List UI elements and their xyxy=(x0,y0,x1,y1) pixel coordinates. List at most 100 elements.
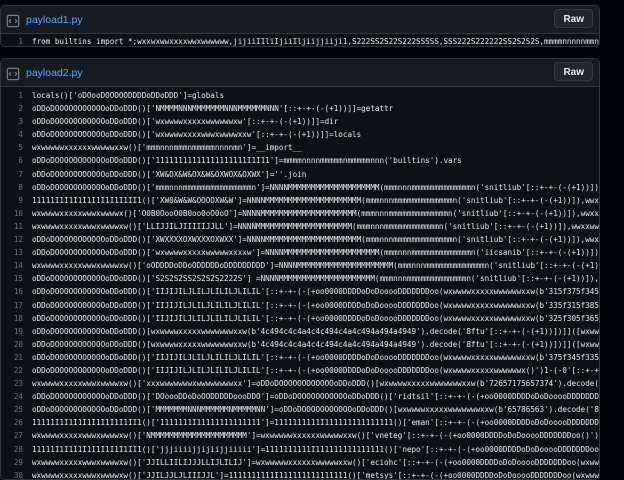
code-line: 8 oDDoDOOOOOOOOOOOoDDoDDD()['mmmnnnmmmmmm… xyxy=(1,181,599,194)
line-number[interactable]: 28 xyxy=(1,443,32,456)
code-text: oDDoDOOOOOOOOOOOoDDoDDD()['S2S2S2SS2S2S2… xyxy=(32,274,599,284)
code-line: 26 11111I1I1I1I1I1I1I1I1II1()['1111111I11… xyxy=(1,416,599,429)
code-text: oDDoDOOOOOOOOOOOoDDoDDD()[wxwwwwxxxxxwww… xyxy=(32,326,599,336)
file-panel-payload2: payload2.py Raw 1 locals()['oDOooDOOOOODD… xyxy=(0,58,600,480)
raw-button[interactable]: Raw xyxy=(554,62,593,81)
code-text: oDDoDOOOOOOOOOOOoDDoDDD()['MMMMMMMNNNMMM… xyxy=(32,405,599,415)
code-line: 17 oDDoDOOOOOOOOOOOoDDoDDD()['IIJIJILJLIL… xyxy=(1,299,599,312)
line-number[interactable]: 1 xyxy=(1,89,32,102)
code-text: 11111I1I1I1I1I1I1I1I1II1()['jjjiiiijjiji… xyxy=(32,444,599,454)
line-number[interactable]: 5 xyxy=(1,141,32,154)
line-number[interactable]: 22 xyxy=(1,364,32,377)
line-number[interactable]: 21 xyxy=(1,351,32,364)
code-text: wxwwwwxxxxxwwwxwwwwxw()['JJILJJLJLIIIJJL… xyxy=(32,470,599,480)
code-text: oDDoDOOOOOOOOOOOoDDoDDD()['NMMMMNNNMMMMM… xyxy=(32,104,394,114)
file-code-icon xyxy=(6,66,20,80)
line-number[interactable]: 1 xyxy=(1,35,32,46)
code-text: oDDoDOOOOOOOOOOOoDDoDDD()['IIJIJILJLILJL… xyxy=(32,352,599,362)
line-number[interactable]: 11 xyxy=(1,220,32,233)
line-number[interactable]: 30 xyxy=(1,469,32,479)
code-line: 9 11111I1I1I1I1I1I1I1I1II1()['XW0&W&W&OOO… xyxy=(1,194,599,207)
code-text: 11111I1I1I1I1I1I1I1I1II1()['XW0&W&W&OOOO… xyxy=(32,195,599,205)
code-line: 7 oDDoDOOOOOOOOOOOoDDoDDD()['XW&OX&W&OX&W… xyxy=(1,168,599,181)
line-number[interactable]: 15 xyxy=(1,272,32,285)
code-line: 28 11111I1I1I1I1I1I1I1I1II1()['jjjiiiijji… xyxy=(1,443,599,456)
code-text: oDDoDOOOOOOOOOOOoDDoDDD()['IIJIJILJLILJL… xyxy=(32,300,599,310)
code-line: 30 wxwwwwxxxxxwwwxwwwwxw()['JJILJJLJLIIIJ… xyxy=(1,469,599,480)
code-text: oDDoDOOOOOOOOOOOoDDoDDD()['wxwwwwxxxxxww… xyxy=(32,117,339,127)
line-number[interactable]: 23 xyxy=(1,377,32,390)
code-text: oDDoDOOOOOOOOOOOoDDoDDD()[wxwwwwxxxxxwww… xyxy=(32,339,599,349)
file-header: payload2.py Raw xyxy=(1,59,599,87)
code-text: oDDoDOOOOOOOOOOOoDDoDDD()['wxwwwwxxxxxww… xyxy=(32,248,599,258)
line-number[interactable]: 19 xyxy=(1,325,32,338)
code-line: 4 oDDoDOOOOOOOOOOOoDDoDDD()['wxwwwwxxxxww… xyxy=(1,128,599,141)
line-number[interactable]: 14 xyxy=(1,259,32,272)
code-text: locals()['oDOooDOOOOODDDDoDDoDDD']=globa… xyxy=(32,91,225,100)
line-number[interactable]: 24 xyxy=(1,390,32,403)
line-number[interactable]: 4 xyxy=(1,128,32,141)
code-text: oDDoDOOOOOOOOOOOoDDoDDD()['IIJIJILJLILJL… xyxy=(32,365,599,375)
line-number[interactable]: 10 xyxy=(1,207,32,220)
code-text: wxwwwwxxxxxwwwxwwwwxw()['xxxwwwwwwwxwwww… xyxy=(32,379,599,389)
line-number[interactable]: 18 xyxy=(1,312,32,325)
code-line: 27 wxwwwwxxxxxwwwxwwwwxw()['NMMMMMMMMMMMM… xyxy=(1,429,599,442)
code-text: oDDoDOOOOOOOOOOOoDDoDDD()['IIJIJILJLILJL… xyxy=(32,287,599,297)
code-view: 1 locals()['oDOooDOOOOODDDDoDDoDDD']=glob… xyxy=(1,87,599,480)
code-text: 11111I1I1I1I1I1I1I1I1II1()['1111111I1111… xyxy=(32,418,599,428)
line-number[interactable]: 27 xyxy=(1,429,32,442)
line-number[interactable]: 9 xyxy=(1,194,32,207)
code-line: 2 oDDoDOOOOOOOOOOOoDDoDDD()['NMMMMNNNMMMM… xyxy=(1,102,599,115)
code-text: wxwwwwxxxxxwwwxwwwwxw()['oODDDDoDDoODDDD… xyxy=(32,261,599,271)
code-text: oDDoDOOOOOOOOOOOoDDoDDD()['mmmnnnmmmmmmm… xyxy=(32,182,599,192)
code-line: 15 oDDoDOOOOOOOOOOOoDDoDDD()['S2S2S2SS2S2… xyxy=(1,272,599,285)
code-line: 29 wxwwwwxxxxxwwwxwwwwxw()['JJILLIILIJJJL… xyxy=(1,456,599,469)
code-text: oDDoDOOOOOOOOOOOoDDoDDD()['XWXXXXOXWXXXO… xyxy=(32,235,599,245)
code-text: wxwwwwxxxxxwwwxwwwwxw()['NMMMMMMMMMMMMMM… xyxy=(32,431,599,441)
line-number[interactable]: 26 xyxy=(1,416,32,429)
line-number[interactable]: 7 xyxy=(1,168,32,181)
code-line: 22 oDDoDOOOOOOOOOOOoDDoDDD()['IIJIJILJLIL… xyxy=(1,364,599,377)
code-line: 21 oDDoDOOOOOOOOOOOoDDoDDD()['IIJIJILJLIL… xyxy=(1,351,599,364)
code-line: 23 wxwwwwxxxxxwwwxwwwwxw()['xxxwwwwwwwxww… xyxy=(1,377,599,390)
code-line: 18 oDDoDOOOOOOOOOOOoDDoDDD()['IIJIJILJLIL… xyxy=(1,312,599,325)
code-text: wxwwwwxxxxxwwwxwwwwxw()['LLIJJILJIIIIIJJ… xyxy=(32,221,599,231)
raw-button[interactable]: Raw xyxy=(554,9,593,28)
code-text: wxwwwwxxxxxwwwxwwwwx()['O0B0OooO0B0oo0oO… xyxy=(32,208,599,218)
code-text: wxwwwwwxxxxxxwwwwwxxw()['mmmnnnmmmnmmmmm… xyxy=(32,143,302,153)
code-line: 1 locals()['oDOooDOOOOODDDDoDDoDDD']=glob… xyxy=(1,89,599,102)
line-number[interactable]: 25 xyxy=(1,403,32,416)
code-line: 14 wxwwwwxxxxxwwwxwwwwxw()['oODDDDoDDoODD… xyxy=(1,259,599,272)
code-line: 3 oDDoDOOOOOOOOOOOoDDoDDD()['wxwwwwxxxxxw… xyxy=(1,115,599,128)
code-text: from builtins import *;wxxwxwwxxxxwwxwww… xyxy=(32,37,599,46)
line-number[interactable]: 13 xyxy=(1,246,32,259)
line-number[interactable]: 3 xyxy=(1,115,32,128)
line-number[interactable]: 12 xyxy=(1,233,32,246)
code-text: oDDoDOOOOOOOOOOOoDDoDDD()['1111111111111… xyxy=(32,156,462,166)
file-name-link[interactable]: payload2.py xyxy=(26,67,83,79)
code-line: 1 from builtins import *;wxxwxwwxxxxwwxww… xyxy=(1,35,599,46)
line-number[interactable]: 16 xyxy=(1,285,32,298)
code-text: oDDoDOOOOOOOOOOOoDDoDDD()['XW&OX&W&OX&W&… xyxy=(32,169,307,179)
code-line: 24 oDDoDOOOOOOOOOOOoDDoDDD()['DOoooDDoDoO… xyxy=(1,390,599,403)
line-number[interactable]: 8 xyxy=(1,181,32,194)
line-number[interactable]: 29 xyxy=(1,456,32,469)
code-text: oDDoDOOOOOOOOOOOoDDoDDD()['DOoooDDoDoOOD… xyxy=(32,392,599,402)
code-line: 25 oDDoDOOOOOOOOOOOoDDoDDD()['MMMMMMMNNNM… xyxy=(1,403,599,416)
file-panel-payload1: payload1.py Raw 1 from builtins import *;… xyxy=(0,5,600,47)
code-line: 19 oDDoDOOOOOOOOOOOoDDoDDD()[wxwwwwxxxxxw… xyxy=(1,325,599,338)
line-number[interactable]: 17 xyxy=(1,299,32,312)
file-name-link[interactable]: payload1.py xyxy=(26,14,83,26)
code-text: oDDoDOOOOOOOOOOOoDDoDDD()['wxwwwwxxxxwww… xyxy=(32,130,362,140)
code-text: oDDoDOOOOOOOOOOOoDDoDDD()['IIJIJILJLILJL… xyxy=(32,313,599,323)
line-number[interactable]: 6 xyxy=(1,154,32,167)
line-number[interactable]: 20 xyxy=(1,338,32,351)
code-view: 1 from builtins import *;wxxwxwwxxxxwwxww… xyxy=(1,34,599,46)
code-line: 13 oDDoDOOOOOOOOOOOoDDoDDD()['wxwwwwxxxxx… xyxy=(1,246,599,259)
code-text: wxwwwwxxxxxwwwxwwwwxw()['JJILLIILIJJJLLI… xyxy=(32,457,599,467)
file-code-icon xyxy=(6,13,20,27)
code-line: 16 oDDoDOOOOOOOOOOOoDDoDDD()['IIJIJILJLIL… xyxy=(1,285,599,298)
code-line: 12 oDDoDOOOOOOOOOOOoDDoDDD()['XWXXXXOXWXX… xyxy=(1,233,599,246)
line-number[interactable]: 2 xyxy=(1,102,32,115)
code-line: 20 oDDoDOOOOOOOOOOOoDDoDDD()[wxwwwwxxxxxw… xyxy=(1,338,599,351)
